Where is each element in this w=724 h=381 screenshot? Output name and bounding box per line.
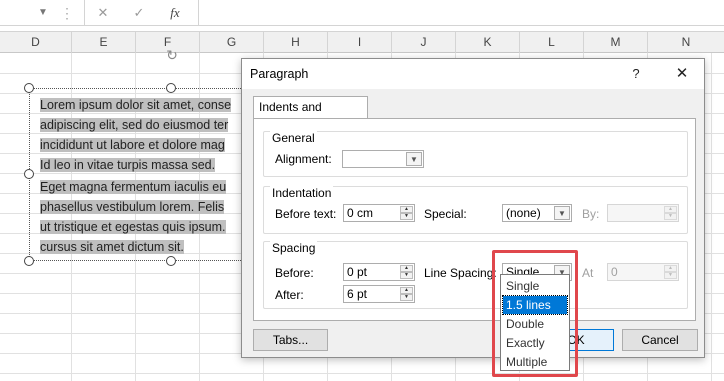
name-box-dropdown-icon[interactable]: ▼ [36, 6, 50, 20]
resize-handle-top-left[interactable] [24, 83, 34, 93]
tabs-button[interactable]: Tabs... [253, 329, 328, 351]
spacing-group-title: Spacing [270, 241, 318, 255]
resize-handle-left[interactable] [24, 169, 34, 179]
column-header-k[interactable]: K [456, 32, 520, 53]
before-text-label: Before text: [275, 207, 337, 221]
spin-down-icon[interactable]: ▼ [400, 213, 413, 220]
spacing-group: Spacing Before: 0 pt ▲ ▼ After: 6 pt ▲ ▼… [263, 241, 688, 309]
confirm-entry-icon[interactable]: ✓ [128, 3, 150, 23]
spin-down-icon[interactable]: ▼ [400, 272, 413, 279]
spin-down-icon: ▼ [664, 272, 677, 279]
chevron-down-icon[interactable]: ▼ [406, 152, 422, 166]
dialog-title: Paragraph [250, 67, 309, 81]
resize-handle-top[interactable] [166, 83, 176, 93]
spin-up-icon: ▲ [664, 206, 677, 213]
paragraph-dialog: Paragraph ? ✕ Indents and Spacing Genera… [241, 58, 705, 358]
cancel-entry-icon[interactable]: ✕ [92, 3, 114, 23]
close-button[interactable]: ✕ [672, 64, 692, 84]
special-value: (none) [506, 206, 541, 220]
by-spinner: ▲ ▼ [607, 204, 679, 222]
before-spinner[interactable]: 0 pt ▲ ▼ [343, 263, 415, 281]
column-header-d[interactable]: D [0, 32, 72, 53]
column-header-j[interactable]: J [392, 32, 456, 53]
resize-handle-bottom[interactable] [166, 256, 176, 266]
spinner-buttons: ▲ ▼ [664, 206, 677, 220]
text-line: ut tristique et egestas quis ipsum. [40, 220, 226, 234]
special-select[interactable]: (none) ▼ [502, 204, 572, 222]
indentation-group-title: Indentation [270, 186, 334, 200]
highlight-frame [492, 250, 578, 377]
spin-down-icon[interactable]: ▼ [400, 294, 413, 301]
after-label: After: [275, 288, 304, 302]
spinner-buttons: ▲ ▼ [400, 287, 413, 301]
spin-up-icon: ▲ [664, 265, 677, 272]
tab-indents-and-spacing[interactable]: Indents and Spacing [253, 96, 368, 135]
line-spacing-label: Line Spacing: [424, 266, 497, 280]
grid-line [711, 53, 712, 381]
column-header-l[interactable]: L [520, 32, 584, 53]
at-label: At [582, 266, 594, 280]
formula-bar-divider [84, 0, 85, 26]
formula-bar: ▼ ⋮ ✕ ✓ fx [0, 0, 724, 26]
spin-down-icon: ▼ [664, 213, 677, 220]
by-label: By: [582, 207, 600, 221]
rotate-handle-icon[interactable]: ↻ [164, 47, 180, 65]
insert-function-button[interactable]: fx [164, 3, 186, 23]
column-headers: D E F G H I J K L M N [0, 31, 724, 53]
text-line: Lorem ipsum dolor sit amet, conse [40, 98, 232, 112]
spinner-buttons: ▲ ▼ [664, 265, 677, 279]
text-line: Eget magna fermentum iaculis eu [40, 180, 227, 194]
general-group: General Alignment: ▼ [263, 131, 688, 177]
column-header-m[interactable]: M [584, 32, 648, 53]
spin-up-icon[interactable]: ▲ [400, 287, 413, 294]
column-header-g[interactable]: G [200, 32, 264, 53]
text-line: incididunt ut labore et dolore mag [40, 138, 225, 152]
column-header-n[interactable]: N [648, 32, 724, 53]
column-header-i[interactable]: I [328, 32, 392, 53]
spinner-buttons: ▲ ▼ [400, 265, 413, 279]
dialog-title-bar[interactable]: Paragraph ? ✕ [242, 59, 704, 89]
alignment-label: Alignment: [275, 152, 332, 166]
special-label: Special: [424, 207, 467, 221]
help-button[interactable]: ? [628, 64, 644, 84]
before-label: Before: [275, 266, 314, 280]
before-text-spinner[interactable]: 0 cm ▲ ▼ [343, 204, 415, 222]
spin-up-icon[interactable]: ▲ [400, 206, 413, 213]
spinner-buttons: ▲ ▼ [400, 206, 413, 220]
after-value: 6 pt [347, 287, 368, 301]
cancel-button[interactable]: Cancel [622, 329, 698, 351]
text-line: phasellus vestibulum lorem. Felis [40, 200, 225, 214]
grid-line [0, 373, 724, 374]
before-text-value: 0 cm [347, 206, 374, 220]
at-spinner: 0 ▲ ▼ [607, 263, 679, 281]
text-box-shape[interactable]: Lorem ipsum dolor sit amet, conse adipis… [29, 88, 243, 261]
formula-bar-grip-icon[interactable]: ⋮ [60, 4, 74, 22]
indents-spacing-panel: General Alignment: ▼ Indentation Before … [253, 118, 696, 321]
alignment-select[interactable]: ▼ [342, 150, 424, 168]
text-line: Id leo in vitae turpis massa sed. [40, 158, 216, 172]
before-value: 0 pt [347, 265, 368, 279]
text-line: adipiscing elit, sed do eiusmod ter [40, 118, 229, 132]
at-value: 0 [611, 265, 618, 279]
column-header-h[interactable]: H [264, 32, 328, 53]
chevron-down-icon[interactable]: ▼ [554, 206, 570, 220]
text-line: cursus sit amet dictum sit. [40, 240, 184, 254]
formula-input[interactable] [198, 0, 724, 26]
after-spinner[interactable]: 6 pt ▲ ▼ [343, 285, 415, 303]
indentation-group: Indentation Before text: 0 cm ▲ ▼ Specia… [263, 186, 688, 234]
general-group-title: General [270, 131, 317, 145]
resize-handle-bottom-left[interactable] [24, 256, 34, 266]
column-header-e[interactable]: E [72, 32, 136, 53]
spin-up-icon[interactable]: ▲ [400, 265, 413, 272]
